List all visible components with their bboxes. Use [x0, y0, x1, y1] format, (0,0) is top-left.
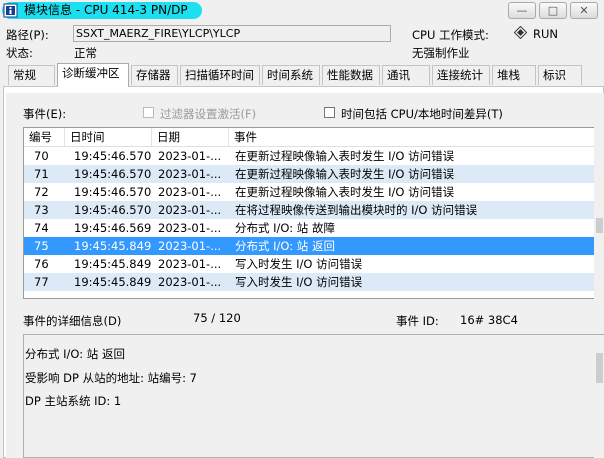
row-time: 19:45:46.569	[74, 221, 152, 235]
row-time: 19:45:46.570	[74, 185, 152, 199]
table-row[interactable]: 74 19:45:46.569 2023-01-... 分布式 I/O: 站 故…	[24, 219, 603, 237]
row-time: 19:45:46.570	[74, 167, 152, 181]
row-date: 2023-01-...	[158, 167, 222, 181]
details-label: 事件的详细信息(D)	[23, 314, 122, 328]
table-header: 编号 日时间 日期 事件	[24, 128, 603, 147]
maximize-icon: □	[547, 4, 559, 17]
events-label: 事件(E):	[23, 107, 67, 121]
status-label: 状态:	[6, 46, 33, 60]
row-event: 在更新过程映像输入表时发生 I/O 访问错误	[235, 149, 455, 163]
tab-identification[interactable]: 标识	[538, 65, 582, 85]
path-field[interactable]: SSXT_MAERZ_FIRE\YLCP\YLCP	[73, 25, 391, 42]
column-header-number[interactable]: 编号	[24, 128, 65, 146]
tab-time-system[interactable]: 时间系统	[262, 65, 320, 85]
row-date: 2023-01-...	[158, 221, 222, 235]
path-label: 路径(P):	[6, 28, 49, 42]
table-row[interactable]: 72 19:45:46.570 2023-01-... 在更新过程映像输入表时发…	[24, 183, 603, 201]
table-row[interactable]: 71 19:45:46.570 2023-01-... 在更新过程映像输入表时发…	[24, 165, 603, 183]
tab-diagnostic-buffer[interactable]: 诊断缓冲区	[57, 63, 129, 87]
row-number: 75	[34, 239, 49, 253]
row-event: 分布式 I/O: 站 返回	[235, 239, 335, 253]
tab-general[interactable]: 常规	[8, 65, 55, 85]
window-title: 模块信息 - CPU 414-3 PN/DP	[24, 3, 188, 17]
filter-active-checkbox[interactable]	[143, 107, 154, 118]
events-table[interactable]: 编号 日时间 日期 事件 70 19:45:46.570 2023-01-...…	[23, 127, 604, 299]
row-date: 2023-01-...	[158, 275, 222, 289]
status-value: 正常	[74, 46, 97, 60]
row-date: 2023-01-...	[158, 149, 222, 163]
table-row[interactable]: 73 19:45:46.570 2023-01-... 在将过程映像传送到输出模…	[24, 201, 603, 219]
cpu-mode-label: CPU 工作模式:	[412, 28, 489, 42]
row-number: 70	[34, 149, 49, 163]
row-time: 19:45:46.570	[74, 203, 152, 217]
row-date: 2023-01-...	[158, 239, 222, 253]
row-time: 19:45:46.570	[74, 149, 152, 163]
filter-active-label: 过滤器设置激活(F)	[160, 107, 257, 121]
row-date: 2023-01-...	[158, 257, 222, 271]
tab-scan-cycle-time[interactable]: 扫描循环时间	[180, 65, 260, 85]
row-number: 73	[34, 203, 49, 217]
row-number: 76	[34, 257, 49, 271]
maximize-button[interactable]: □	[539, 2, 567, 19]
table-row[interactable]: 77 19:45:45.849 2023-01-... 写入时发生 I/O 访问…	[24, 273, 603, 291]
event-id-value: 16# 38C4	[460, 313, 518, 327]
row-event: 在将过程映像传送到输出模块时的 I/O 访问错误	[235, 203, 478, 217]
details-scrollbar-thumb[interactable]	[596, 353, 603, 383]
column-header-time[interactable]: 日时间	[65, 128, 152, 146]
table-row[interactable]: 70 19:45:46.570 2023-01-... 在更新过程映像输入表时发…	[24, 147, 603, 165]
cpu-mode-value: RUN	[533, 27, 559, 41]
module-info-icon	[3, 3, 18, 18]
close-icon: ✕	[579, 4, 589, 17]
row-event: 在更新过程映像输入表时发生 I/O 访问错误	[235, 167, 455, 181]
tab-connection-statistics[interactable]: 连接统计	[432, 65, 490, 85]
tab-communication[interactable]: 通讯	[382, 65, 430, 85]
column-header-event[interactable]: 事件	[229, 128, 597, 146]
row-number: 71	[34, 167, 49, 181]
row-time: 19:45:45.849	[74, 239, 152, 253]
tab-stack[interactable]: 堆栈	[492, 65, 536, 85]
table-row-selected[interactable]: 75 19:45:45.849 2023-01-... 分布式 I/O: 站 返…	[24, 237, 603, 255]
row-date: 2023-01-...	[158, 203, 222, 217]
row-event: 分布式 I/O: 站 故障	[235, 221, 335, 235]
force-jobs-value: 无强制作业	[412, 46, 470, 60]
row-event: 在更新过程映像输入表时发生 I/O 访问错误	[235, 185, 455, 199]
detail-line: 分布式 I/O: 站 返回	[25, 347, 125, 361]
row-number: 72	[34, 185, 49, 199]
row-number: 74	[34, 221, 49, 235]
time-difference-label: 时间包括 CPU/本地时间差异(T)	[341, 107, 503, 121]
minimize-button[interactable]: —	[508, 2, 536, 19]
run-mode-icon	[513, 25, 528, 40]
tab-memory[interactable]: 存储器	[131, 65, 178, 85]
close-button[interactable]: ✕	[570, 2, 598, 19]
row-date: 2023-01-...	[158, 185, 222, 199]
detail-line: 受影响 DP 从站的地址: 站编号: 7	[25, 371, 197, 385]
row-time: 19:45:45.849	[74, 257, 152, 271]
table-row[interactable]: 76 19:45:45.849 2023-01-... 写入时发生 I/O 访问…	[24, 255, 603, 273]
table-scrollbar[interactable]	[594, 127, 604, 299]
event-id-label: 事件 ID:	[396, 314, 439, 328]
row-number: 77	[34, 275, 49, 289]
column-header-date[interactable]: 日期	[152, 128, 229, 146]
event-position: 75 / 120	[193, 311, 241, 325]
minimize-icon: —	[516, 4, 528, 17]
row-event: 写入时发生 I/O 访问错误	[235, 275, 363, 289]
table-scrollbar-thumb[interactable]	[596, 218, 603, 233]
tab-performance-data[interactable]: 性能数据	[322, 65, 380, 85]
time-difference-checkbox[interactable]	[324, 107, 335, 118]
row-event: 写入时发生 I/O 访问错误	[235, 257, 363, 271]
row-time: 19:45:45.849	[74, 275, 152, 289]
detail-line: DP 主站系统 ID: 1	[25, 394, 122, 408]
